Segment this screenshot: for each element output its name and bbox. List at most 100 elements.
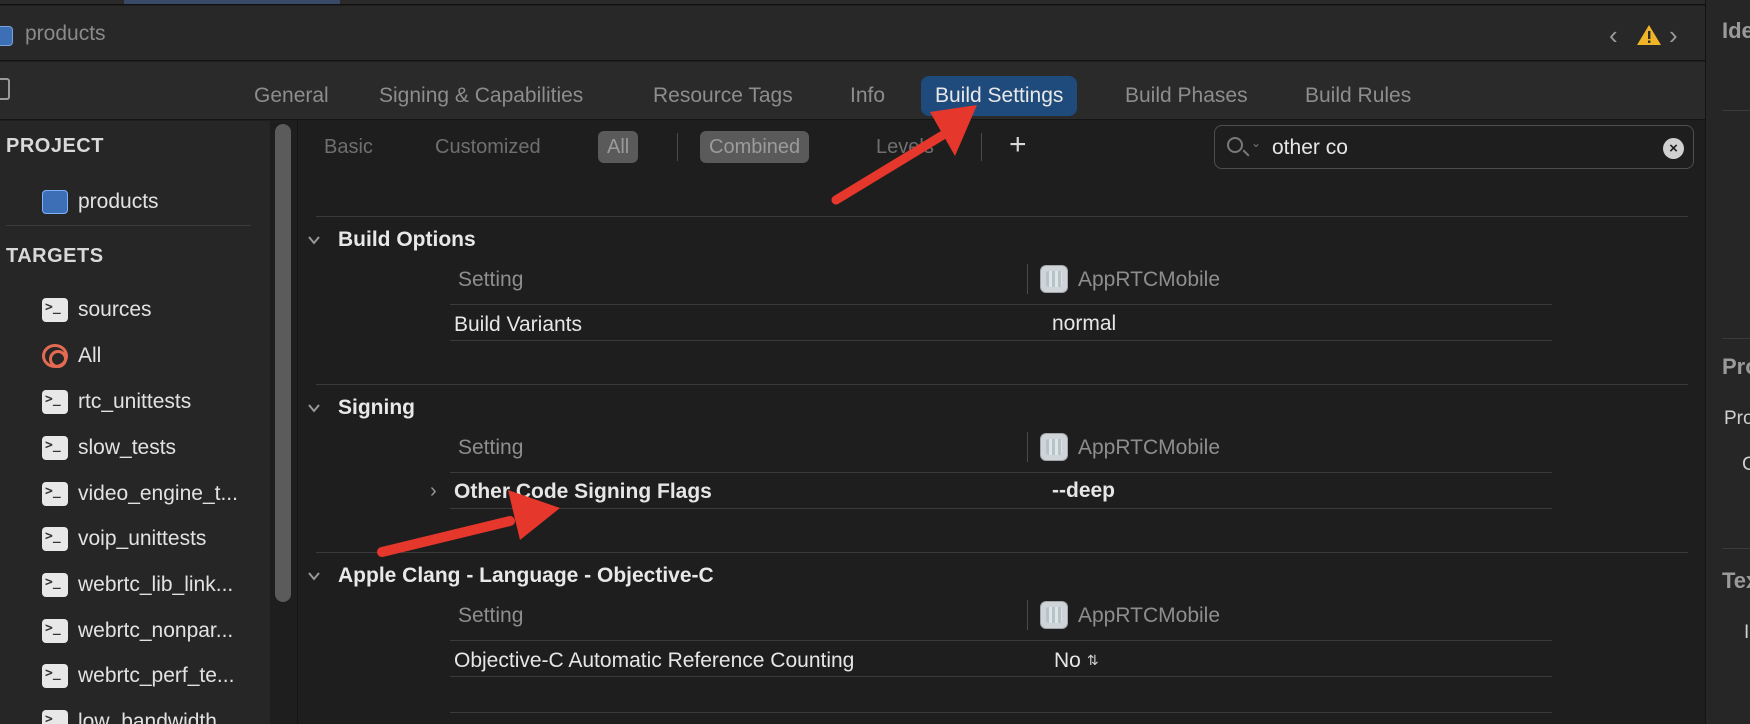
tab-signing-capabilities[interactable]: Signing & Capabilities: [365, 76, 597, 116]
divider: [1722, 110, 1750, 111]
chevron-right-icon[interactable]: ›: [1669, 22, 1678, 48]
chevron-down-icon[interactable]: [307, 233, 321, 247]
divider: [450, 340, 1552, 341]
app-target-icon: [1040, 265, 1068, 293]
inspector-label: C: [1742, 454, 1750, 476]
xcode-project-icon: [42, 190, 68, 214]
tab-build-rules[interactable]: Build Rules: [1291, 76, 1425, 116]
terminal-icon: [42, 710, 68, 724]
group-title-build-options[interactable]: Build Options: [338, 228, 476, 252]
setting-column-header: Setting: [458, 436, 524, 459]
chevron-right-icon[interactable]: ›: [430, 480, 437, 503]
build-settings-filter-bar: Basic Customized All Combined Levels + ⌄…: [298, 121, 1705, 173]
sidebar-item-project[interactable]: products: [42, 187, 159, 217]
sidebar-item-label: video_engine_t...: [78, 482, 238, 505]
sidebar-item-target[interactable]: webrtc_lib_link...: [42, 570, 233, 600]
filter-basic[interactable]: Basic: [315, 131, 382, 163]
clear-search-icon[interactable]: ×: [1663, 138, 1684, 159]
divider: [316, 384, 1688, 385]
divider: [450, 676, 1552, 677]
search-field[interactable]: ⌄ other co ×: [1214, 125, 1694, 169]
divider: [316, 216, 1688, 217]
sidebar-item-target[interactable]: video_engine_t...: [42, 479, 238, 509]
sidebar-scrollbar[interactable]: [275, 124, 291, 602]
divider: [450, 304, 1552, 305]
filter-customized[interactable]: Customized: [426, 131, 550, 163]
chevron-down-icon[interactable]: [307, 401, 321, 415]
stepper-icon: ⇅: [1086, 652, 1099, 668]
terminal-icon: [42, 619, 68, 643]
setting-value-popup[interactable]: No ⇅: [1054, 649, 1099, 673]
group-title-signing[interactable]: Signing: [338, 396, 415, 420]
sidebar-item-target[interactable]: sources: [42, 295, 152, 325]
sidebar-item-label: products: [78, 190, 159, 213]
editor-tabs: General Signing & Capabilities Resource …: [0, 62, 1705, 120]
sidebar-item-label: voip_unittests: [78, 527, 207, 550]
project-target-sidebar: PROJECT products TARGETS sources All rtc…: [0, 121, 270, 724]
sidebar-item-target[interactable]: webrtc_nonpar...: [42, 616, 233, 646]
tab-build-settings[interactable]: Build Settings: [921, 76, 1078, 116]
divider: [1027, 600, 1028, 630]
editor-tab-strip: [0, 0, 1705, 5]
divider: [450, 640, 1552, 641]
divider: [297, 121, 298, 724]
chevron-left-icon[interactable]: ‹: [1609, 22, 1618, 48]
tab-info[interactable]: Info: [836, 76, 899, 116]
terminal-icon: [42, 298, 68, 322]
sidebar-item-target[interactable]: slow_tests: [42, 433, 176, 463]
app-target-icon: [1040, 433, 1068, 461]
sidebar-item-label: webrtc_lib_link...: [78, 573, 234, 596]
filter-combined[interactable]: Combined: [700, 131, 810, 163]
divider: [450, 508, 1552, 509]
chevron-down-icon[interactable]: [307, 569, 321, 583]
search-input[interactable]: other co: [1272, 136, 1348, 160]
divider: [1027, 264, 1028, 294]
sidebar-item-target[interactable]: low_bandwidth...: [42, 707, 234, 724]
filter-levels[interactable]: Levels: [867, 131, 943, 163]
sidebar-toggle-icon[interactable]: [0, 78, 10, 100]
setting-value[interactable]: --deep: [1052, 479, 1115, 503]
inspector-label: Pro: [1724, 408, 1750, 429]
filter-all[interactable]: All: [598, 131, 639, 163]
jump-bar: products ‹ ›: [0, 6, 1705, 61]
sidebar-item-label: webrtc_nonpar...: [78, 619, 234, 642]
target-column-header: AppRTCMobile: [1078, 436, 1221, 459]
warning-icon[interactable]: [1636, 24, 1662, 46]
target-column-header: AppRTCMobile: [1078, 604, 1221, 627]
project-section-header: Pro: [1722, 354, 1750, 379]
setting-name[interactable]: Build Variants: [454, 313, 582, 337]
setting-value[interactable]: normal: [1052, 312, 1116, 336]
target-column-header: AppRTCMobile: [1078, 268, 1221, 291]
terminal-icon: [42, 573, 68, 597]
add-setting-button[interactable]: +: [1009, 129, 1027, 161]
sidebar-item-label: slow_tests: [78, 436, 177, 459]
tab-build-phases[interactable]: Build Phases: [1111, 76, 1262, 116]
sidebar-item-target[interactable]: rtc_unittests: [42, 387, 191, 417]
active-editor-tab[interactable]: [124, 0, 340, 4]
sidebar-item-label: rtc_unittests: [78, 390, 192, 413]
group-title-apple-clang-objc[interactable]: Apple Clang - Language - Objective-C: [338, 564, 714, 588]
terminal-icon: [42, 527, 68, 551]
divider: [1027, 432, 1028, 462]
sidebar-item-target[interactable]: All: [42, 341, 101, 371]
divider: [1722, 548, 1750, 549]
sidebar-item-label: webrtc_perf_te...: [78, 664, 235, 687]
jump-bar-title[interactable]: products: [25, 22, 106, 46]
divider: [450, 472, 1552, 473]
search-icon: [1227, 137, 1243, 153]
chevron-down-icon[interactable]: ⌄: [1251, 136, 1261, 150]
app-target-icon: [1040, 601, 1068, 629]
setting-name[interactable]: Other Code Signing Flags: [454, 480, 712, 504]
sidebar-item-target[interactable]: voip_unittests: [42, 524, 206, 554]
setting-value: No: [1054, 649, 1081, 672]
setting-column-header: Setting: [458, 268, 524, 291]
inspector-label: I: [1744, 622, 1750, 643]
setting-name[interactable]: Objective-C Automatic Reference Counting: [454, 649, 854, 673]
tab-general[interactable]: General: [240, 76, 343, 116]
tab-resource-tags[interactable]: Resource Tags: [639, 76, 807, 116]
sidebar-item-target[interactable]: webrtc_perf_te...: [42, 661, 234, 691]
project-section-header: PROJECT: [6, 135, 104, 157]
terminal-icon: [42, 390, 68, 414]
identity-section-header: Ide: [1722, 18, 1750, 43]
editor-area: products ‹ › General Signing & Capabilit…: [0, 0, 1705, 724]
